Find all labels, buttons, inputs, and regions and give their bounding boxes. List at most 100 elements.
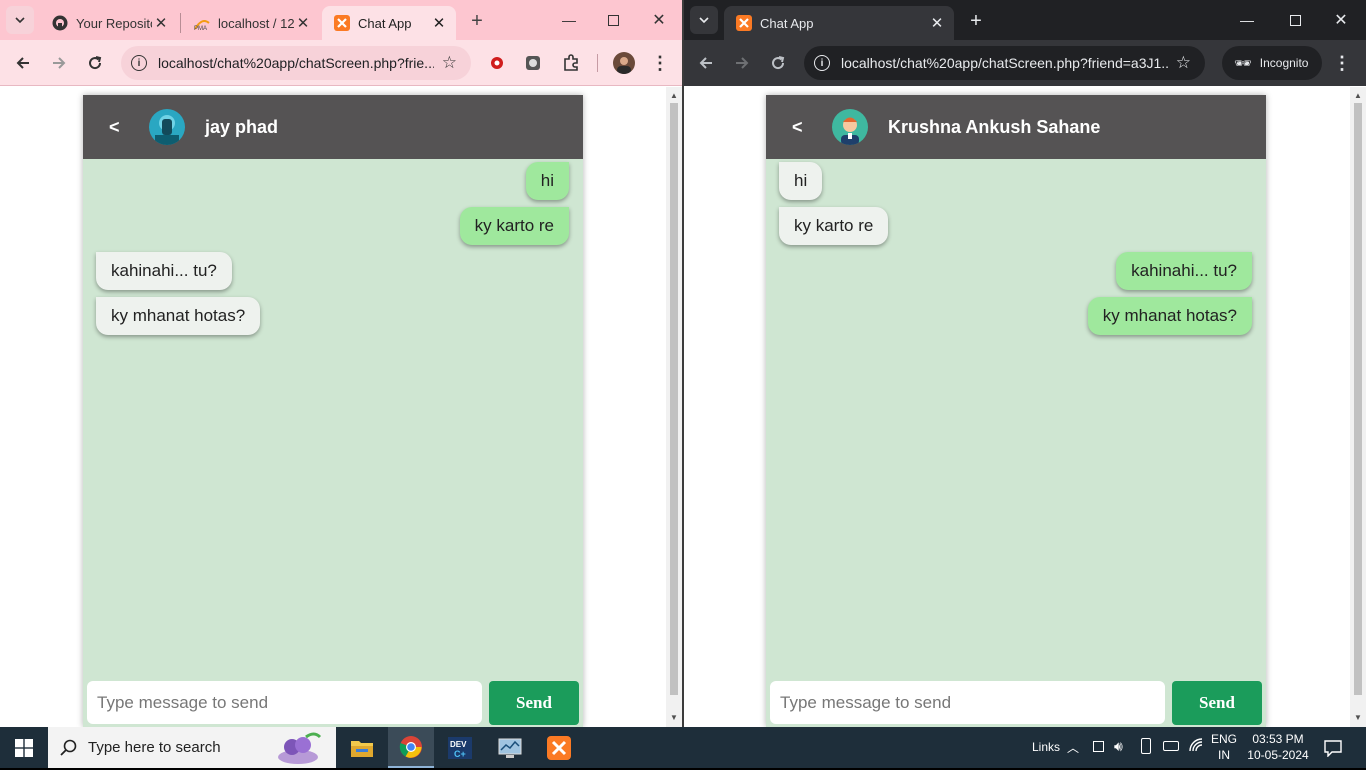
url-text: localhost/chat%20app/chatScreen.php?frie… xyxy=(158,55,434,71)
send-button[interactable]: Send xyxy=(1172,681,1262,725)
wifi-icon[interactable] xyxy=(1188,737,1204,757)
page-content: < jay phad hi ky karto re kahinahi... tu… xyxy=(0,87,682,727)
close-tab-icon[interactable]: ✕ xyxy=(430,14,448,32)
new-tab-icon[interactable]: + xyxy=(464,8,490,34)
bookmark-star-icon[interactable]: ☆ xyxy=(442,53,457,73)
windows-logo-icon xyxy=(15,738,33,757)
search-icon xyxy=(60,739,77,756)
phpmyadmin-icon: PMA xyxy=(194,15,210,31)
speaker-icon[interactable]: 🔊︎ xyxy=(1114,738,1123,755)
svg-text:DEV: DEV xyxy=(450,740,467,749)
page-content: < Krushna Ankush Sahane hi ky karto re k… xyxy=(684,87,1366,727)
maximize-icon xyxy=(1289,14,1301,26)
taskbar-search-box[interactable]: Type here to search xyxy=(48,727,336,768)
site-info-icon[interactable]: i xyxy=(131,55,147,71)
region-code: IN xyxy=(1218,748,1230,762)
message-input[interactable] xyxy=(87,681,482,724)
message-input[interactable] xyxy=(770,681,1165,724)
xampp-icon xyxy=(334,15,350,31)
taskbar-file-explorer[interactable] xyxy=(340,727,384,768)
tab-chat-app[interactable]: Chat App ✕ xyxy=(322,6,456,40)
message-bubble-received: hi xyxy=(779,162,823,200)
site-info-icon[interactable]: i xyxy=(814,55,830,71)
chrome-icon xyxy=(399,735,422,758)
maximize-button[interactable] xyxy=(1282,6,1308,34)
extension-record-icon[interactable] xyxy=(488,54,506,72)
maximize-icon xyxy=(607,14,619,26)
friend-name: jay phad xyxy=(205,116,279,137)
taskbar-chrome[interactable] xyxy=(388,727,434,768)
chevron-down-icon xyxy=(15,17,25,24)
back-arrow-icon[interactable] xyxy=(693,50,719,76)
friend-avatar xyxy=(149,109,185,145)
links-toolbar-label[interactable]: Links xyxy=(1032,740,1060,754)
scrollbar-thumb[interactable] xyxy=(670,103,678,695)
forward-arrow-icon[interactable] xyxy=(46,50,72,76)
address-bar[interactable]: i localhost/chat%20app/chatScreen.php?fr… xyxy=(804,46,1205,80)
notification-icon xyxy=(1324,739,1342,757)
send-button[interactable]: Send xyxy=(489,681,579,725)
close-window-button[interactable]: ✕ xyxy=(646,6,672,34)
message-bubble-received: ky karto re xyxy=(779,207,889,245)
taskbar-xampp[interactable] xyxy=(536,727,582,768)
scroll-up-arrow-icon[interactable]: ▲ xyxy=(1353,91,1363,101)
profile-avatar[interactable] xyxy=(613,52,635,74)
taskbar-devcpp[interactable]: DEV C+ xyxy=(438,727,482,768)
tab-search-button[interactable] xyxy=(6,6,34,34)
menu-kebab-icon[interactable]: ⋮ xyxy=(1332,52,1352,74)
tab-chat-app[interactable]: Chat App ✕ xyxy=(724,6,954,40)
scrollbar-thumb[interactable] xyxy=(1354,103,1362,695)
chat-header: < Krushna Ankush Sahane xyxy=(766,95,1266,159)
friend-avatar xyxy=(832,109,868,145)
page-scrollbar[interactable]: ▲ ▼ xyxy=(1350,87,1366,727)
svg-text:PMA: PMA xyxy=(194,26,207,31)
scroll-down-arrow-icon[interactable]: ▼ xyxy=(669,713,679,723)
bookmark-star-icon[interactable]: ☆ xyxy=(1176,53,1191,73)
scroll-down-arrow-icon[interactable]: ▼ xyxy=(1353,713,1363,723)
dev-cpp-icon: DEVC+ xyxy=(448,736,472,759)
battery-icon[interactable] xyxy=(1163,741,1179,751)
tab-title: Chat App xyxy=(358,15,412,31)
scroll-up-arrow-icon[interactable]: ▲ xyxy=(669,91,679,101)
maximize-button[interactable] xyxy=(600,6,626,34)
close-window-button[interactable]: ✕ xyxy=(1328,6,1354,34)
tablet-mode-icon[interactable] xyxy=(1093,741,1104,752)
taskbar-monitor-app[interactable] xyxy=(488,727,532,768)
page-scrollbar[interactable]: ▲ ▼ xyxy=(666,87,682,727)
language-indicator[interactable]: ENG IN xyxy=(1208,731,1240,763)
message-bubble-sent: ky karto re xyxy=(459,207,569,245)
new-tab-icon[interactable]: + xyxy=(963,8,989,34)
taskbar: Type here to search DEV C+ Links ︿ 🔊︎ ENG… xyxy=(0,727,1366,768)
tab-search-button[interactable] xyxy=(690,6,718,34)
start-button[interactable] xyxy=(0,727,48,768)
minimize-button[interactable]: — xyxy=(556,6,582,34)
friend-name: Krushna Ankush Sahane xyxy=(888,116,1101,137)
forward-arrow-icon[interactable] xyxy=(729,50,755,76)
close-tab-icon[interactable]: ✕ xyxy=(152,14,170,32)
tab-title: Your Reposito xyxy=(76,15,152,31)
notification-center-button[interactable] xyxy=(1318,727,1348,768)
message-input-row: Send xyxy=(770,681,1262,725)
address-bar[interactable]: i localhost/chat%20app/chatScreen.php?fr… xyxy=(121,46,471,80)
extensions-puzzle-icon[interactable] xyxy=(560,52,582,74)
clock[interactable]: 03:53 PM 10-05-2024 xyxy=(1246,731,1310,763)
close-tab-icon[interactable]: ✕ xyxy=(294,14,312,32)
extension-square-icon[interactable] xyxy=(524,54,542,72)
close-tab-icon[interactable]: ✕ xyxy=(928,14,946,32)
minimize-button[interactable]: — xyxy=(1234,6,1260,34)
tab-phpmyadmin[interactable]: PMA localhost / 12 ✕ xyxy=(182,6,320,40)
reload-icon[interactable] xyxy=(765,50,791,76)
back-arrow-icon[interactable] xyxy=(10,50,36,76)
reload-icon[interactable] xyxy=(82,50,108,76)
tab-title: localhost / 12 xyxy=(218,15,294,31)
usb-device-icon[interactable] xyxy=(1141,738,1151,754)
xampp-icon xyxy=(547,735,571,760)
chevron-up-icon[interactable]: ︿ xyxy=(1067,739,1079,756)
message-bubble-received: ky mhanat hotas? xyxy=(96,297,261,335)
back-button[interactable]: < xyxy=(792,117,820,138)
tab-github[interactable]: Your Reposito ✕ xyxy=(40,6,178,40)
incognito-indicator[interactable]: 🕶︎ Incognito xyxy=(1222,46,1322,80)
back-button[interactable]: < xyxy=(109,117,137,138)
menu-kebab-icon[interactable]: ⋮ xyxy=(650,52,670,74)
tab-title: Chat App xyxy=(760,15,814,31)
